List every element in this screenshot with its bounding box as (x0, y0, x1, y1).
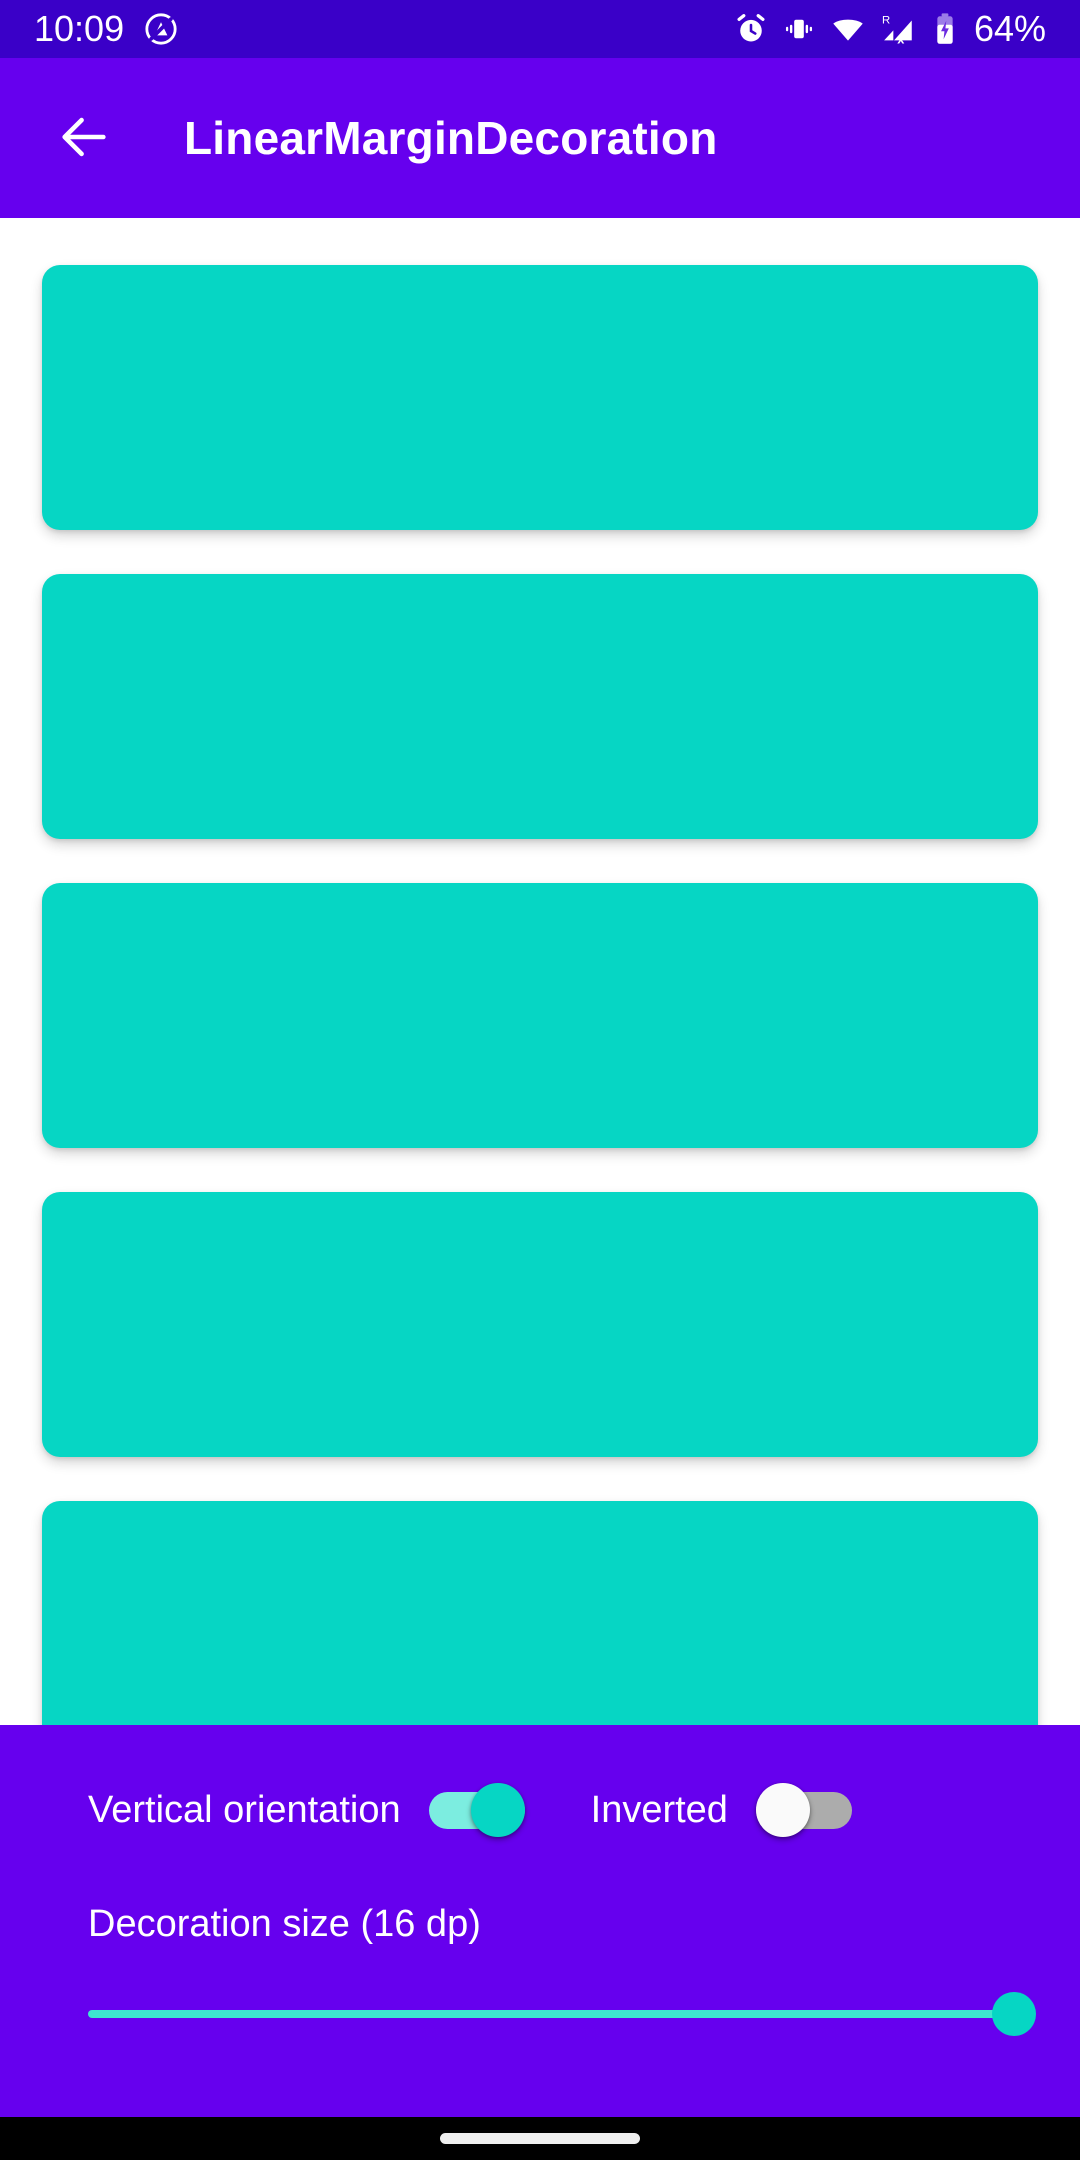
battery-charging-icon (932, 12, 958, 46)
list-item[interactable] (42, 883, 1038, 1148)
svg-text:x: x (897, 32, 904, 46)
svg-text:R: R (882, 15, 890, 27)
list-item[interactable] (42, 1501, 1038, 1725)
list-item[interactable] (42, 265, 1038, 530)
gesture-nav-bar (0, 2117, 1080, 2160)
back-button[interactable] (36, 90, 132, 186)
battery-percentage: 64% (973, 8, 1046, 49)
roaming-no-signal-icon: R x (880, 12, 918, 46)
decorated-recycler-list[interactable] (0, 218, 1080, 1725)
phone-screen: 10:09 R x 64% LinearMarginDecoration Ver… (0, 0, 1080, 2160)
slider-track[interactable] (88, 2010, 1014, 2018)
page-title: LinearMarginDecoration (184, 112, 718, 164)
list-item[interactable] (42, 1192, 1038, 1457)
slider-thumb[interactable] (992, 1992, 1036, 2036)
inverted-switch[interactable] (755, 1783, 852, 1837)
gesture-pill[interactable] (440, 2133, 640, 2144)
app-bar: LinearMarginDecoration (0, 58, 1080, 218)
controls-panel: Vertical orientation Inverted Decoration… (0, 1725, 1080, 2117)
vibrate-icon (782, 12, 816, 46)
arrow-left-icon (55, 108, 113, 169)
decoration-size-slider[interactable] (88, 1984, 1036, 2044)
vertical-orientation-switch[interactable] (428, 1783, 525, 1837)
vertical-orientation-group: Vertical orientation (88, 1783, 525, 1837)
status-clock: 10:09 (34, 8, 125, 49)
vertical-orientation-label: Vertical orientation (88, 1788, 401, 1831)
decoration-size-label: Decoration size (16 dp) (88, 1903, 481, 1945)
status-bar-right: R x 64% (734, 11, 1046, 47)
inverted-label: Inverted (590, 1788, 728, 1831)
list-item[interactable] (42, 574, 1038, 839)
status-bar-left: 10:09 (34, 11, 178, 47)
toggle-row: Vertical orientation Inverted (88, 1725, 992, 1837)
do-not-disturb-icon (144, 12, 178, 46)
status-bar: 10:09 R x 64% (0, 0, 1080, 58)
alarm-clock-icon (734, 12, 768, 46)
wifi-icon (830, 12, 866, 46)
switch-thumb (755, 1783, 810, 1837)
inverted-group: Inverted (591, 1783, 852, 1837)
switch-thumb (470, 1783, 525, 1837)
